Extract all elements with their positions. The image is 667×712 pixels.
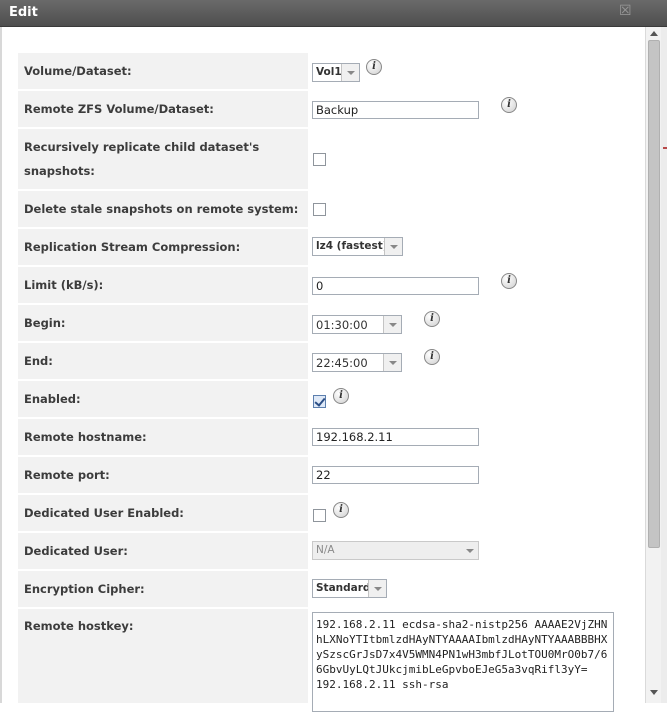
- row-dedicated-user: Dedicated User: N/A: [18, 533, 638, 569]
- row-recursive: Recursively replicate child dataset's sn…: [18, 129, 638, 189]
- limit-label: Limit (kB/s):: [18, 267, 308, 303]
- remote-port-input[interactable]: [312, 466, 479, 484]
- compression-value: lz4 (fastest): [316, 240, 388, 252]
- end-value: 22:45:00: [316, 356, 368, 370]
- dedicated-user-label: Dedicated User:: [18, 533, 308, 569]
- row-begin: Begin: 01:30:00 i: [18, 305, 638, 341]
- compression-label: Replication Stream Compression:: [18, 229, 308, 265]
- dialog-title: Edit: [9, 5, 38, 20]
- chevron-down-icon[interactable]: [368, 580, 386, 597]
- info-icon[interactable]: i: [366, 59, 382, 75]
- scroll-up-icon[interactable]: [650, 31, 658, 36]
- info-icon[interactable]: i: [501, 273, 517, 289]
- row-encryption-cipher: Encryption Cipher: Standard: [18, 571, 638, 607]
- row-remote-zfs: Remote ZFS Volume/Dataset: i: [18, 91, 638, 127]
- remote-zfs-label: Remote ZFS Volume/Dataset:: [18, 91, 308, 127]
- remote-hostkey-textarea[interactable]: 192.168.2.11 ecdsa-sha2-nistp256 AAAAE2V…: [312, 612, 614, 712]
- end-label: End:: [18, 343, 308, 379]
- volume-dataset-label: Volume/Dataset:: [18, 53, 308, 89]
- background-page-edge: [661, 27, 667, 703]
- row-dedicated-user-enabled: Dedicated User Enabled: i: [18, 495, 638, 531]
- info-icon[interactable]: i: [424, 349, 440, 365]
- delete-stale-checkbox[interactable]: [313, 203, 326, 216]
- row-limit: Limit (kB/s): i: [18, 267, 638, 303]
- recursive-label: Recursively replicate child dataset's sn…: [18, 129, 308, 189]
- encryption-cipher-label: Encryption Cipher:: [18, 571, 308, 607]
- begin-value: 01:30:00: [316, 318, 368, 332]
- vertical-scrollbar[interactable]: [645, 27, 661, 703]
- recursive-checkbox[interactable]: [313, 153, 326, 166]
- encryption-cipher-select[interactable]: Standard: [312, 579, 387, 598]
- scrollbar-thumb[interactable]: [648, 40, 660, 548]
- dialog-titlebar[interactable]: Edit ☒: [0, 0, 667, 27]
- row-enabled: Enabled: i: [18, 381, 638, 417]
- chevron-down-icon[interactable]: [384, 238, 402, 255]
- end-select[interactable]: 22:45:00: [312, 353, 402, 372]
- info-icon[interactable]: i: [333, 502, 349, 518]
- row-delete-stale: Delete stale snapshots on remote system:: [18, 191, 638, 227]
- info-icon[interactable]: i: [501, 97, 517, 113]
- begin-label: Begin:: [18, 305, 308, 341]
- enabled-label: Enabled:: [18, 381, 308, 417]
- info-icon[interactable]: i: [333, 388, 349, 404]
- chevron-down-icon[interactable]: [341, 64, 359, 81]
- remote-zfs-input[interactable]: [312, 101, 479, 119]
- volume-dataset-value: Vol1: [316, 66, 342, 78]
- remote-hostkey-label: Remote hostkey:: [18, 609, 308, 703]
- dedicated-user-value: N/A: [316, 544, 335, 556]
- enabled-checkbox[interactable]: [313, 395, 326, 408]
- limit-input[interactable]: [312, 277, 479, 295]
- dedicated-user-enabled-label: Dedicated User Enabled:: [18, 495, 308, 531]
- dedicated-user-enabled-checkbox[interactable]: [313, 509, 326, 522]
- row-end: End: 22:45:00 i: [18, 343, 638, 379]
- row-volume-dataset: Volume/Dataset: Vol1 i: [18, 53, 638, 89]
- row-remote-hostname: Remote hostname:: [18, 419, 638, 455]
- scroll-down-icon[interactable]: [650, 690, 658, 695]
- dialog-left-border: [0, 27, 2, 703]
- remote-hostname-label: Remote hostname:: [18, 419, 308, 455]
- background-marker: [663, 147, 667, 149]
- volume-dataset-select[interactable]: Vol1: [312, 63, 360, 82]
- chevron-down-icon[interactable]: [383, 354, 401, 371]
- row-remote-hostkey: Remote hostkey: 192.168.2.11 ecdsa-sha2-…: [18, 609, 638, 712]
- compression-select[interactable]: lz4 (fastest): [312, 237, 403, 256]
- chevron-down-icon: [461, 542, 478, 559]
- remote-port-label: Remote port:: [18, 457, 308, 493]
- chevron-down-icon[interactable]: [383, 316, 401, 333]
- close-icon[interactable]: ☒: [619, 3, 632, 19]
- encryption-cipher-value: Standard: [316, 582, 371, 594]
- remote-hostname-input[interactable]: [312, 428, 479, 446]
- row-compression: Replication Stream Compression: lz4 (fas…: [18, 229, 638, 265]
- info-icon[interactable]: i: [424, 311, 440, 327]
- row-remote-port: Remote port:: [18, 457, 638, 493]
- delete-stale-label: Delete stale snapshots on remote system:: [18, 191, 308, 227]
- dedicated-user-select: N/A: [312, 541, 479, 560]
- begin-select[interactable]: 01:30:00: [312, 315, 402, 334]
